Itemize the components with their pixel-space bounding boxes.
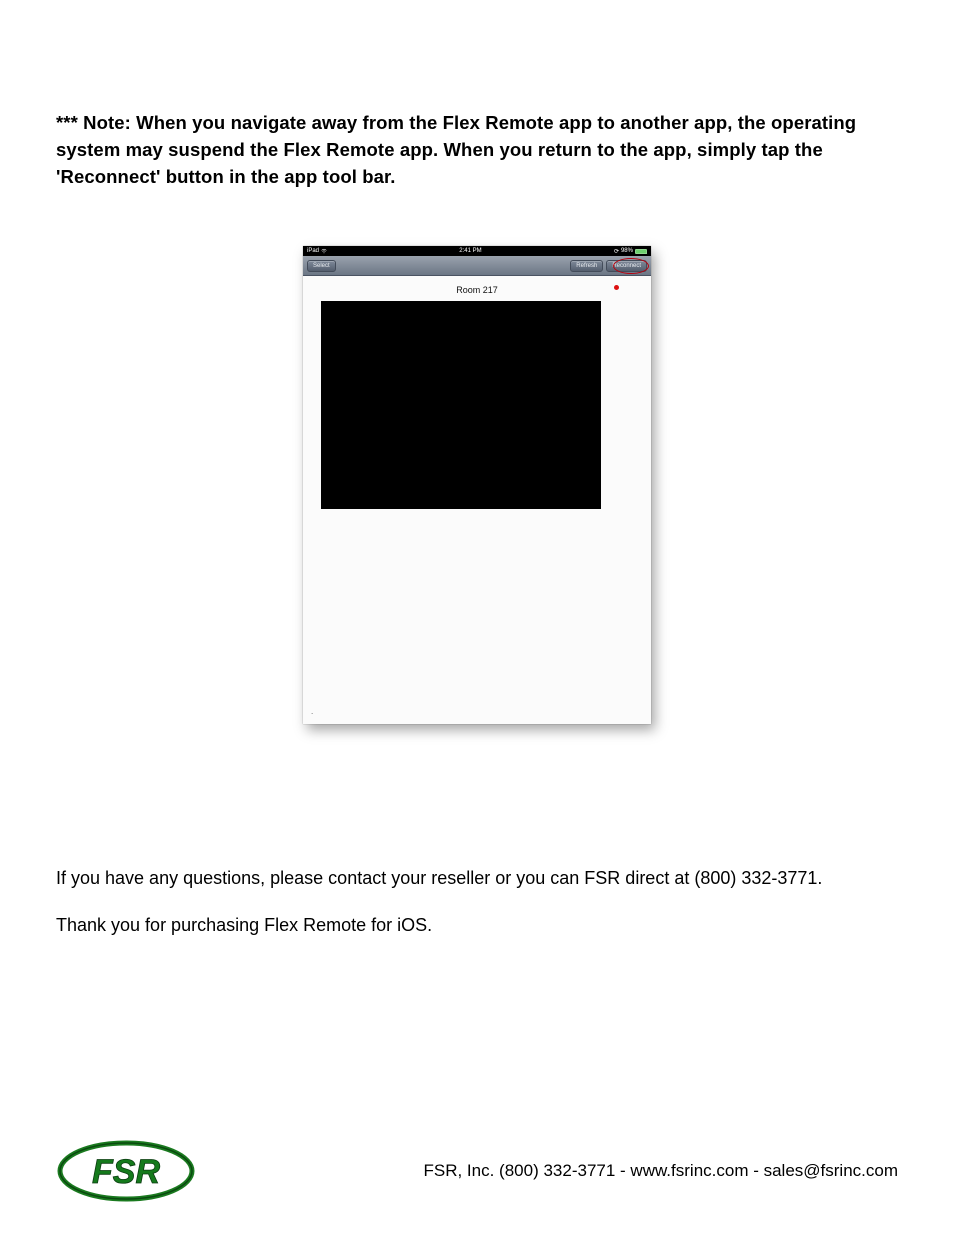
battery-icon xyxy=(635,249,647,254)
room-title: Room 217 xyxy=(456,285,498,295)
room-title-row: Room 217 xyxy=(303,285,651,295)
status-dot-icon xyxy=(614,285,619,290)
footer-text: FSR, Inc. (800) 332-3771 - www.fsrinc.co… xyxy=(423,1161,898,1181)
refresh-button[interactable]: Refresh xyxy=(570,260,603,272)
svg-text:FSR: FSR xyxy=(92,1153,160,1191)
app-toolbar: Select Refresh Reconnect xyxy=(303,256,651,276)
status-time: 2:41 PM xyxy=(459,248,481,254)
contact-paragraph: If you have any questions, please contac… xyxy=(56,866,898,890)
select-button[interactable]: Select xyxy=(307,260,336,272)
ipad-screenshot: iPad 2:41 PM ⟳ 98% Select Refresh Reconn… xyxy=(303,246,651,724)
page-indicator-icon: . xyxy=(311,707,313,716)
orientation-lock-icon: ⟳ xyxy=(614,248,619,255)
wifi-icon xyxy=(321,248,327,254)
figure: iPad 2:41 PM ⟳ 98% Select Refresh Reconn… xyxy=(56,246,898,724)
fsr-logo: FSR xyxy=(56,1137,196,1205)
content-viewport xyxy=(321,301,601,509)
battery-pct: 98% xyxy=(621,248,633,254)
thanks-paragraph: Thank you for purchasing Flex Remote for… xyxy=(56,915,898,936)
reconnect-button[interactable]: Reconnect xyxy=(606,260,647,272)
status-bar: iPad 2:41 PM ⟳ 98% xyxy=(303,246,651,256)
note-paragraph: *** Note: When you navigate away from th… xyxy=(56,110,898,190)
device-label: iPad xyxy=(307,248,319,254)
footer: FSR FSR, Inc. (800) 332-3771 - www.fsrin… xyxy=(56,1137,898,1205)
